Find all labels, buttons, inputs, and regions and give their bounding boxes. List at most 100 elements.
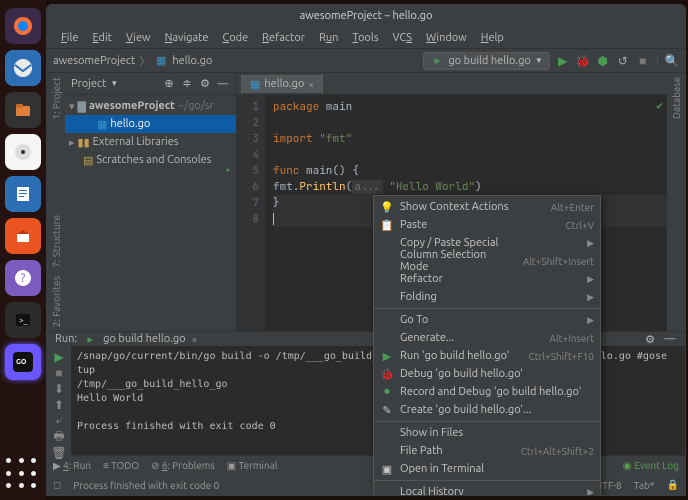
goland-icon[interactable]: GO: [5, 344, 41, 380]
ctx-local-history[interactable]: Local History▶: [374, 483, 600, 496]
close-icon[interactable]: ×: [192, 334, 198, 345]
tool-favorites-tab[interactable]: 2: Favorites: [51, 272, 62, 331]
tool-database-tab[interactable]: Database: [671, 73, 682, 123]
menu-help[interactable]: Help: [477, 30, 508, 46]
editor-tab-hello[interactable]: ▦ hello.go ×: [241, 75, 323, 93]
rhythmbox-icon[interactable]: [5, 134, 41, 170]
gear-icon[interactable]: ⚙: [643, 332, 657, 346]
close-icon[interactable]: ×: [308, 79, 314, 90]
select-opened-file-icon[interactable]: ⊕: [162, 77, 176, 91]
ctx-column-selection-mode[interactable]: Column Selection ModeAlt+Shift+Insert: [374, 252, 600, 270]
tool-structure-tab[interactable]: 7: Structure: [51, 211, 62, 272]
ctx-paste[interactable]: 📋PasteCtrl+V: [374, 216, 600, 234]
tree-external-libraries[interactable]: ▸ ▮▮ External Libraries: [65, 133, 236, 151]
menu-run[interactable]: Run: [315, 30, 342, 46]
project-tool-title[interactable]: Project: [71, 78, 106, 90]
project-tool-window: Project ▼ ⊕ ≑ ⚙ — ▾ ▇ awesomeProject ~/g…: [65, 73, 237, 331]
up-icon[interactable]: ⬆: [52, 398, 66, 412]
ctx-go-to[interactable]: Go To▶: [374, 311, 600, 329]
coverage-button[interactable]: ⬢: [596, 54, 610, 68]
files-icon[interactable]: [5, 92, 41, 128]
tree-scratches[interactable]: ▤ Scratches and Consoles: [65, 151, 236, 169]
editor-tabs: ▦ hello.go ×: [237, 73, 667, 95]
hide-icon[interactable]: —: [663, 332, 677, 346]
trash-icon[interactable]: 🗑: [52, 446, 66, 460]
menu-navigate[interactable]: Navigate: [161, 30, 213, 46]
chevron-right-icon: ▶: [587, 238, 594, 249]
ctx-item-label: Run 'go build hello.go': [400, 350, 523, 362]
rerun-button[interactable]: ▶: [52, 350, 66, 364]
menu-refactor[interactable]: Refactor: [258, 30, 309, 46]
ctx-folding[interactable]: Folding▶: [374, 288, 600, 306]
gear-icon[interactable]: ⚙: [198, 77, 212, 91]
breadcrumb[interactable]: awesomeProject 〉 ▦ hello.go: [53, 53, 212, 69]
indent-info[interactable]: Tab*: [634, 480, 655, 491]
shortcut-label: Ctrl+Alt+Shift+2: [521, 446, 594, 457]
tab-todo[interactable]: ≡ TODO: [103, 460, 139, 472]
ctx-file-path[interactable]: File PathCtrl+Alt+Shift+2: [374, 442, 600, 460]
ubuntu-launcher: ? >_ GO: [0, 0, 46, 500]
print-icon[interactable]: 🖶: [52, 430, 66, 444]
libreoffice-writer-icon[interactable]: [5, 176, 41, 212]
run-config-label: go build hello.go: [448, 55, 530, 67]
left-tool-strip: 1: Project 7: Structure 2: Favorites: [47, 73, 65, 331]
debug-button[interactable]: 🐞: [576, 54, 590, 68]
thunderbird-icon[interactable]: [5, 50, 41, 86]
chevron-down-icon[interactable]: ▼: [110, 79, 118, 88]
text-cursor: [273, 213, 274, 225]
ctx-item-label: Generate...: [400, 332, 543, 344]
terminal-icon[interactable]: >_: [5, 302, 41, 338]
ctx-create-go-build-hello-go[interactable]: ✎Create 'go build hello.go'...: [374, 401, 600, 419]
ctx-item-label: Debug 'go build hello.go': [400, 368, 594, 380]
show-applications-icon[interactable]: [6, 458, 40, 492]
ctx-show-in-files[interactable]: Show in Files: [374, 424, 600, 442]
tab-run[interactable]: ▶ 4: Run: [53, 460, 91, 472]
readonly-lock-icon[interactable]: 🔒: [667, 479, 679, 491]
ubuntu-software-icon[interactable]: [5, 218, 41, 254]
tab-problems[interactable]: ⊘ 6: Problems: [151, 460, 215, 472]
status-square-icon[interactable]: ◻: [53, 479, 61, 491]
stop-button[interactable]: ■: [52, 366, 66, 380]
menu-window[interactable]: Window: [422, 30, 471, 46]
run-icon: ▶: [380, 350, 394, 363]
ctx-refactor[interactable]: Refactor▶: [374, 270, 600, 288]
menu-tools[interactable]: Tools: [348, 30, 382, 46]
scratch-icon: ▤: [83, 154, 93, 167]
tab-terminal[interactable]: ▣ Terminal: [227, 460, 278, 472]
event-log-button[interactable]: ◉ Event Log: [623, 460, 679, 472]
search-everywhere-button[interactable]: 🔍: [665, 54, 679, 68]
shortcut-label: Ctrl+V: [566, 220, 594, 231]
profiler-button[interactable]: ↺: [616, 54, 630, 68]
nav-toolbar: awesomeProject 〉 ▦ hello.go ▸ go build h…: [47, 49, 685, 73]
ctx-item-label: Show Context Actions: [400, 201, 545, 213]
stop-button[interactable]: ■: [636, 54, 650, 68]
run-config-dropdown[interactable]: ▸ go build hello.go ▼: [423, 52, 549, 70]
ctx-record-and-debug-go-build-hello-go[interactable]: ⏺Record and Debug 'go build hello.go': [374, 383, 600, 401]
tree-file-hello[interactable]: ▦ hello.go: [65, 115, 236, 133]
menu-view[interactable]: View: [122, 30, 155, 46]
menu-code[interactable]: Code: [218, 30, 252, 46]
menu-vcs[interactable]: VCS: [389, 30, 417, 46]
expand-all-icon[interactable]: ≑: [180, 77, 194, 91]
help-icon[interactable]: ?: [5, 260, 41, 296]
ctx-debug-go-build-hello-go[interactable]: 🐞Debug 'go build hello.go': [374, 365, 600, 383]
ctx-generate[interactable]: Generate...Alt+Insert: [374, 329, 600, 347]
library-icon: ▮▮: [78, 136, 90, 149]
firefox-icon[interactable]: [5, 8, 41, 44]
ctx-open-in-terminal[interactable]: ▣Open in Terminal: [374, 460, 600, 478]
window-titlebar: awesomeProject – hello.go: [47, 5, 685, 27]
tree-root-path: ~/go/sr: [178, 100, 214, 112]
ctx-run-go-build-hello-go[interactable]: ▶Run 'go build hello.go'Ctrl+Shift+F10: [374, 347, 600, 365]
tree-ext-label: External Libraries: [93, 136, 179, 148]
svg-text:>_: >_: [19, 316, 28, 325]
ctx-show-context-actions[interactable]: 💡Show Context ActionsAlt+Enter: [374, 198, 600, 216]
down-icon[interactable]: ⬇: [52, 382, 66, 396]
tree-root[interactable]: ▾ ▇ awesomeProject ~/go/sr: [65, 97, 236, 115]
hide-icon[interactable]: —: [216, 77, 230, 91]
run-button[interactable]: ▶: [556, 54, 570, 68]
tool-project-tab[interactable]: 1: Project: [51, 73, 62, 124]
menu-edit[interactable]: Edit: [88, 30, 116, 46]
inspection-ok-icon[interactable]: ✔: [656, 99, 663, 113]
menu-file[interactable]: File: [57, 30, 82, 46]
tree-root-label: awesomeProject: [89, 100, 175, 112]
